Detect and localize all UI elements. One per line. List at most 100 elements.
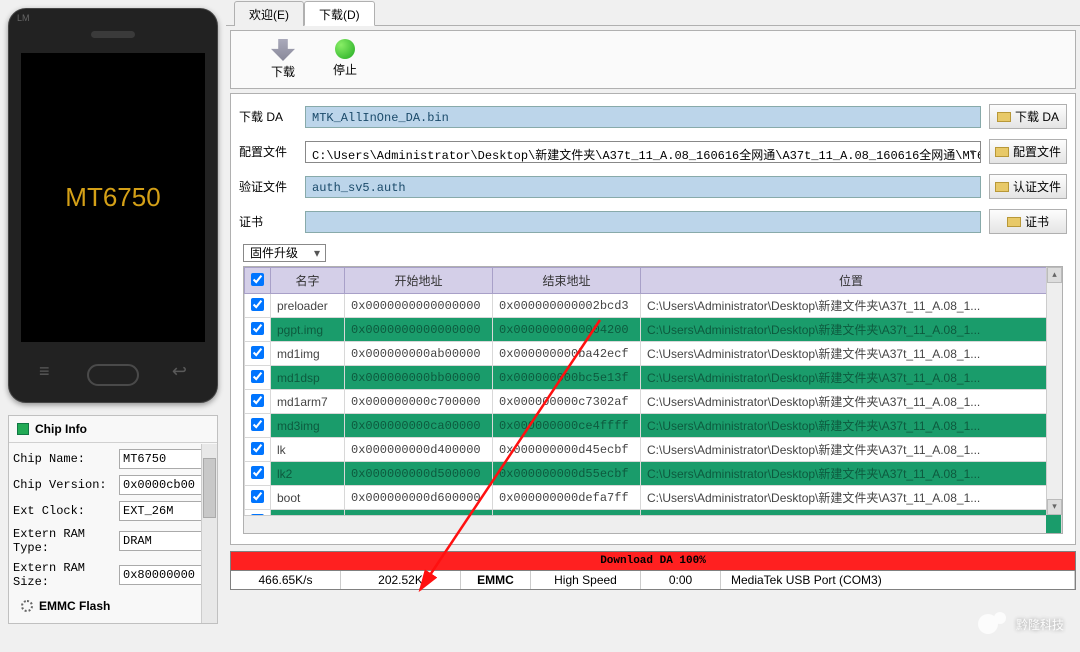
cell-start: 0x000000000bb00000 [345, 366, 493, 390]
table-row[interactable]: lk20x000000000d5000000x000000000d55ecbfC… [245, 462, 1062, 486]
cell-location: C:\Users\Administrator\Desktop\新建文件夹\A37… [641, 462, 1062, 486]
status-port: MediaTek USB Port (COM3) [721, 571, 1075, 589]
folder-icon [1007, 217, 1021, 227]
table-row[interactable]: md3img0x000000000ca000000x000000000ce4ff… [245, 414, 1062, 438]
ram-type-label: Extern RAM Type: [13, 527, 115, 555]
col-name[interactable]: 名字 [271, 268, 345, 294]
table-row[interactable]: md1dsp0x000000000bb000000x000000000bc5e1… [245, 366, 1062, 390]
cell-name: lk [271, 438, 345, 462]
chip-info-panel: Chip Info Chip Name: Chip Version: Ext C… [8, 415, 218, 624]
cell-start: 0x0000000000000000 [345, 318, 493, 342]
phone-model: MT6750 [65, 182, 160, 213]
ext-clock-field[interactable] [119, 501, 213, 521]
status-bar: 466.65K/s 202.52K EMMC High Speed 0:00 M… [230, 571, 1076, 590]
table-row[interactable]: pgpt.img0x00000000000000000x000000000000… [245, 318, 1062, 342]
cell-name: md1dsp [271, 366, 345, 390]
phone-preview: LM MT6750 ≡ ↩ [8, 8, 218, 403]
row-checkbox[interactable] [251, 418, 264, 431]
stop-icon [335, 39, 355, 59]
ram-type-field[interactable] [119, 531, 213, 551]
ram-size-label: Extern RAM Size: [13, 561, 115, 589]
row-checkbox[interactable] [251, 370, 264, 383]
phone-menu-icon: ≡ [39, 361, 50, 382]
phone-screen: MT6750 [21, 53, 205, 342]
status-time: 0:00 [641, 571, 721, 589]
cert-path-field[interactable] [305, 211, 981, 233]
da-browse-button[interactable]: 下载 DA [989, 104, 1067, 129]
folder-icon [995, 147, 1009, 157]
col-start[interactable]: 开始地址 [345, 268, 493, 294]
download-mode-select[interactable]: 固件升级 [243, 244, 326, 262]
ram-size-field[interactable] [119, 565, 213, 585]
cell-location: C:\Users\Administrator\Desktop\新建文件夹\A37… [641, 414, 1062, 438]
row-checkbox[interactable] [251, 298, 264, 311]
cell-name: boot [271, 486, 345, 510]
status-mode: High Speed [531, 571, 641, 589]
row-checkbox[interactable] [251, 322, 264, 335]
grid-hscrollbar[interactable] [244, 515, 1046, 533]
cell-start: 0x000000000d600000 [345, 486, 493, 510]
scatter-path-field[interactable]: C:\Users\Administrator\Desktop\新建文件夹\A37… [305, 141, 981, 163]
tab-download[interactable]: 下载(D) [304, 1, 375, 26]
cell-name: lk2 [271, 462, 345, 486]
tab-welcome[interactable]: 欢迎(E) [234, 1, 304, 26]
phone-brand: LM [17, 13, 30, 23]
auth-path-field[interactable]: auth_sv5.auth [305, 176, 981, 198]
cell-location: C:\Users\Administrator\Desktop\新建文件夹\A37… [641, 342, 1062, 366]
col-location[interactable]: 位置 [641, 268, 1062, 294]
partition-grid: 名字 开始地址 结束地址 位置 preloader0x0000000000000… [243, 266, 1063, 534]
cell-end: 0x000000000ce4ffff [493, 414, 641, 438]
cell-name: preloader [271, 294, 345, 318]
row-checkbox[interactable] [251, 466, 264, 479]
table-row[interactable]: boot0x000000000d6000000x000000000defa7ff… [245, 486, 1062, 510]
phone-speaker [91, 31, 135, 38]
file-config-panel: 下载 DA MTK_AllInOne_DA.bin 下载 DA 配置文件 C:\… [230, 93, 1076, 545]
cell-location: C:\Users\Administrator\Desktop\新建文件夹\A37… [641, 366, 1062, 390]
folder-icon [995, 182, 1009, 192]
status-speed: 466.65K/s [231, 571, 341, 589]
progress-bar: Download DA 100% [230, 551, 1076, 571]
cell-end: 0x000000000defa7ff [493, 486, 641, 510]
chip-version-field[interactable] [119, 475, 213, 495]
table-row[interactable]: preloader0x00000000000000000x00000000000… [245, 294, 1062, 318]
chip-info-title: Chip Info [9, 416, 217, 443]
chip-scrollbar[interactable] [201, 444, 217, 623]
status-size: 202.52K [341, 571, 461, 589]
auth-label: 验证文件 [239, 178, 297, 195]
cell-end: 0x000000000d45ecbf [493, 438, 641, 462]
da-path-field[interactable]: MTK_AllInOne_DA.bin [305, 106, 981, 128]
folder-icon [997, 112, 1011, 122]
stop-button[interactable]: 停止 [333, 39, 357, 80]
chip-name-field[interactable] [119, 449, 213, 469]
select-all-checkbox[interactable] [251, 273, 264, 286]
cell-name: md1img [271, 342, 345, 366]
row-checkbox[interactable] [251, 394, 264, 407]
cell-start: 0x000000000ca00000 [345, 414, 493, 438]
watermark: 黔隆科技 [978, 612, 1064, 636]
download-arrow-icon [271, 39, 295, 61]
chip-version-label: Chip Version: [13, 478, 115, 492]
cert-browse-button[interactable]: 证书 [989, 209, 1067, 234]
chip-icon [17, 423, 29, 435]
phone-home-icon [87, 364, 139, 386]
row-checkbox[interactable] [251, 490, 264, 503]
download-button[interactable]: 下载 [271, 39, 295, 80]
row-checkbox[interactable] [251, 442, 264, 455]
row-checkbox[interactable] [251, 346, 264, 359]
table-row[interactable]: md1arm70x000000000c7000000x000000000c730… [245, 390, 1062, 414]
ext-clock-label: Ext Clock: [13, 504, 115, 518]
grid-vscrollbar[interactable]: ▴▾ [1046, 267, 1062, 515]
scatter-browse-button[interactable]: 配置文件 [989, 139, 1067, 164]
cell-start: 0x0000000000000000 [345, 294, 493, 318]
cell-start: 0x000000000c700000 [345, 390, 493, 414]
chip-name-label: Chip Name: [13, 452, 115, 466]
cell-end: 0x000000000c7302af [493, 390, 641, 414]
tab-bar: 欢迎(E) 下载(D) [226, 0, 1080, 26]
auth-browse-button[interactable]: 认证文件 [989, 174, 1067, 199]
cell-end: 0x000000000bc5e13f [493, 366, 641, 390]
table-row[interactable]: lk0x000000000d4000000x000000000d45ecbfC:… [245, 438, 1062, 462]
toolbar: 下载 停止 [230, 30, 1076, 89]
col-end[interactable]: 结束地址 [493, 268, 641, 294]
status-storage: EMMC [461, 571, 531, 589]
table-row[interactable]: md1img0x000000000ab000000x000000000ba42e… [245, 342, 1062, 366]
